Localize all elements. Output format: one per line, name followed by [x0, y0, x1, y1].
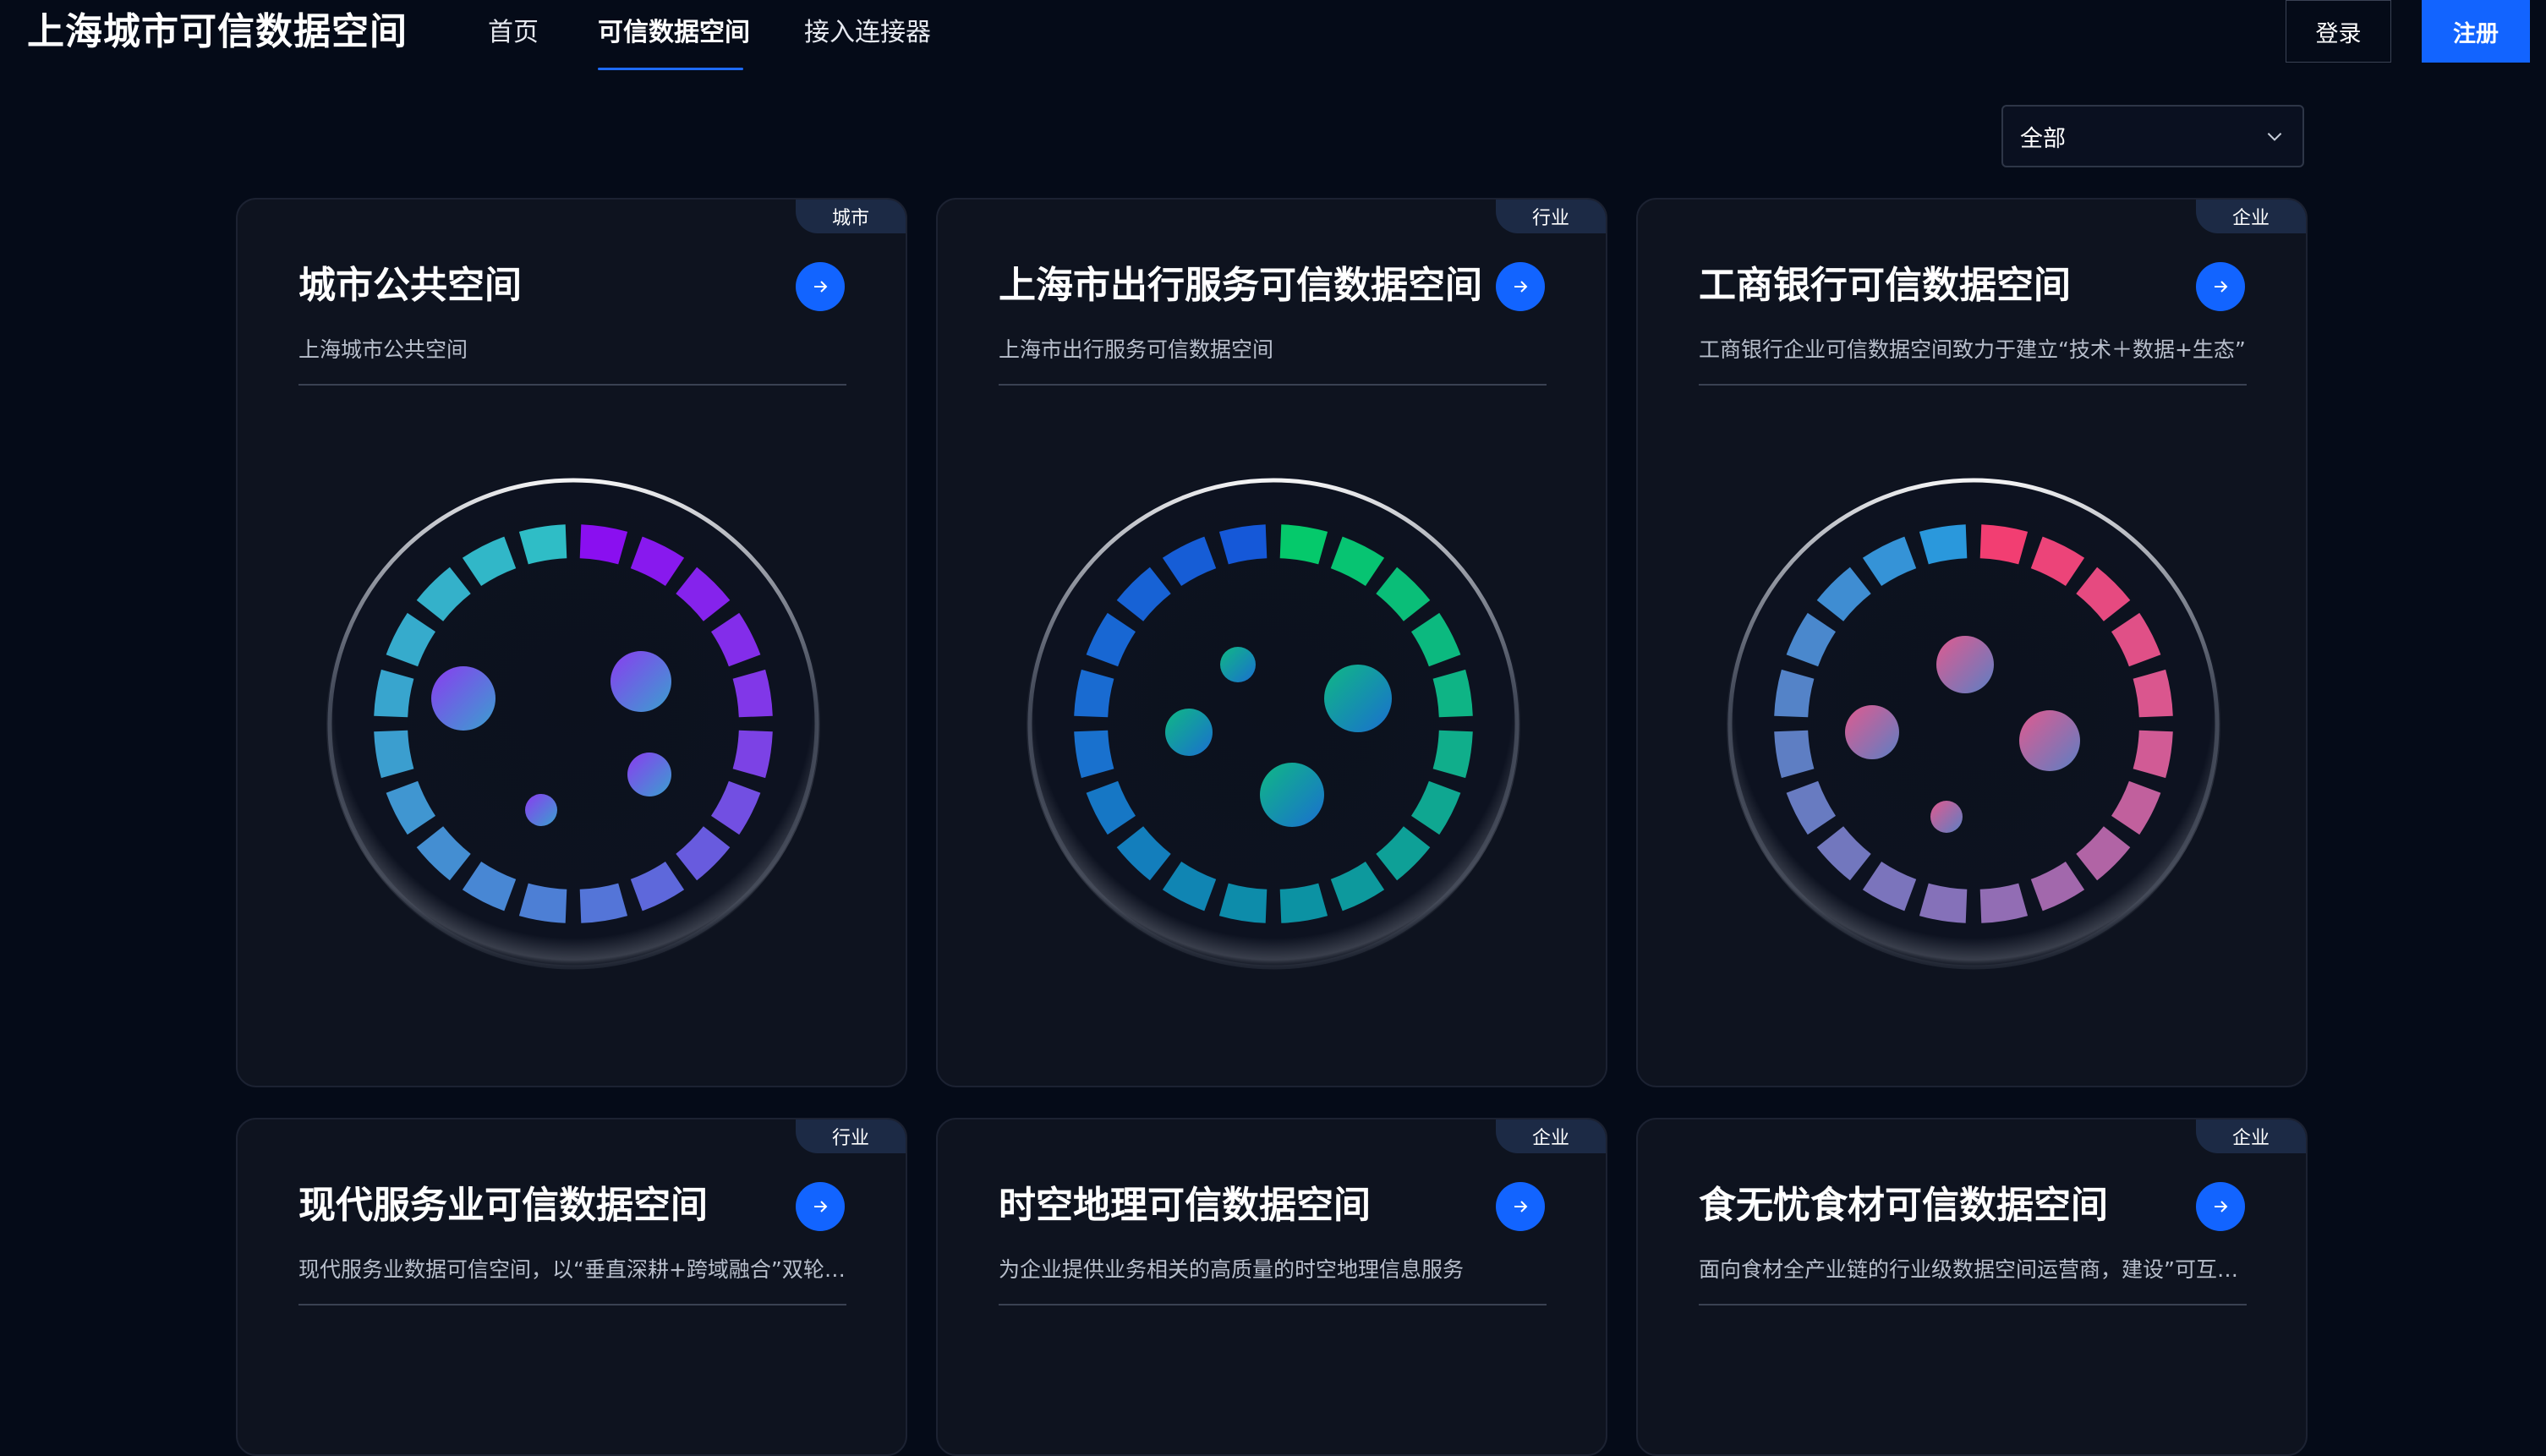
card-open-button[interactable]	[1496, 1182, 1545, 1231]
card-description: 上海市出行服务可信数据空间	[999, 337, 1274, 362]
data-bubble	[1165, 709, 1213, 756]
card-open-button[interactable]	[2196, 262, 2245, 311]
data-bubble	[2019, 710, 2080, 771]
card-description: 工商银行企业可信数据空间致力于建立“技术＋数据+生态”	[1699, 337, 2246, 362]
card-description: 面向食材全产业链的行业级数据空间运营商，建设”可互联互通	[1699, 1257, 2247, 1282]
space-card[interactable]: 企业 工商银行可信数据空间 工商银行企业可信数据空间致力于建立“技术＋数据+生态…	[1636, 198, 2308, 1087]
card-category-badge: 企业	[1496, 1119, 1606, 1153]
arrow-right-icon	[2215, 281, 2228, 293]
space-card[interactable]: 城市 城市公共空间 上海城市公共空间	[236, 198, 907, 1087]
data-bubble	[627, 753, 671, 796]
data-bubble	[1930, 801, 1963, 833]
card-title: 城市公共空间	[298, 264, 522, 307]
card-title: 上海市出行服务可信数据空间	[999, 264, 1482, 307]
card-category-badge: 行业	[796, 1119, 906, 1153]
card-category-badge: 企业	[2196, 1119, 2306, 1153]
card-description: 现代服务业数据可信空间，以“垂直深耕+跨域融合”双轮驱动	[298, 1257, 846, 1282]
arrow-right-icon	[1514, 281, 1528, 293]
data-bubble	[1936, 636, 1994, 693]
arrow-right-icon	[2215, 1201, 2228, 1212]
card-title: 工商银行可信数据空间	[1699, 264, 2071, 307]
card-category-badge: 企业	[2196, 200, 2306, 233]
data-space-ring-illustration	[326, 477, 820, 971]
data-bubble	[1220, 647, 1256, 682]
card-open-button[interactable]	[796, 262, 845, 311]
arrow-right-icon	[814, 1201, 828, 1212]
brand-title: 上海城市可信数据空间	[27, 10, 408, 53]
data-bubble	[525, 794, 557, 826]
space-card[interactable]: 行业 现代服务业可信数据空间 现代服务业数据可信空间，以“垂直深耕+跨域融合”双…	[236, 1118, 907, 1456]
card-category-badge: 行业	[1496, 200, 1606, 233]
card-title: 时空地理可信数据空间	[999, 1184, 1371, 1227]
card-description: 为企业提供业务相关的高质量的时空地理信息服务	[999, 1257, 1465, 1282]
card-category-badge: 城市	[796, 200, 906, 233]
data-bubble	[1324, 665, 1392, 732]
card-description: 上海城市公共空间	[298, 337, 468, 362]
arrow-right-icon	[814, 281, 828, 293]
nav-active-indicator	[598, 68, 743, 70]
card-open-button[interactable]	[796, 1182, 845, 1231]
data-bubble	[610, 651, 671, 712]
nav-home[interactable]: 首页	[488, 15, 539, 51]
nav-trusted-data-space[interactable]: 可信数据空间	[598, 15, 750, 51]
arrow-right-icon	[1514, 1201, 1528, 1212]
space-card[interactable]: 企业 食无忧食材可信数据空间 面向食材全产业链的行业级数据空间运营商，建设”可互…	[1636, 1118, 2308, 1456]
card-open-button[interactable]	[1496, 262, 1545, 311]
card-divider	[999, 1304, 1547, 1305]
data-bubble	[1845, 705, 1899, 759]
data-space-ring-illustration	[1027, 477, 1520, 971]
nav-connector[interactable]: 接入连接器	[804, 15, 931, 51]
card-title: 食无忧食材可信数据空间	[1699, 1184, 2108, 1227]
data-bubble	[431, 666, 496, 731]
card-divider	[999, 384, 1547, 386]
login-button[interactable]: 登录	[2286, 0, 2391, 63]
space-card[interactable]: 行业 上海市出行服务可信数据空间 上海市出行服务可信数据空间	[936, 198, 1607, 1087]
card-divider	[1699, 384, 2247, 386]
category-filter-select[interactable]: 全部	[2001, 105, 2304, 167]
top-navigation-bar: 上海城市可信数据空间 首页 可信数据空间 接入连接器 登录 注册	[0, 0, 2546, 76]
data-bubble	[1260, 763, 1324, 827]
card-open-button[interactable]	[2196, 1182, 2245, 1231]
space-card[interactable]: 企业 时空地理可信数据空间 为企业提供业务相关的高质量的时空地理信息服务	[936, 1118, 1607, 1456]
card-divider	[1699, 1304, 2247, 1305]
card-divider	[298, 384, 846, 386]
card-divider	[298, 1304, 846, 1305]
filter-selected-value: 全部	[2020, 125, 2066, 152]
chevron-down-icon	[2267, 133, 2282, 141]
data-space-ring-illustration	[1727, 477, 2220, 971]
register-button[interactable]: 注册	[2422, 0, 2530, 63]
card-title: 现代服务业可信数据空间	[298, 1184, 708, 1227]
